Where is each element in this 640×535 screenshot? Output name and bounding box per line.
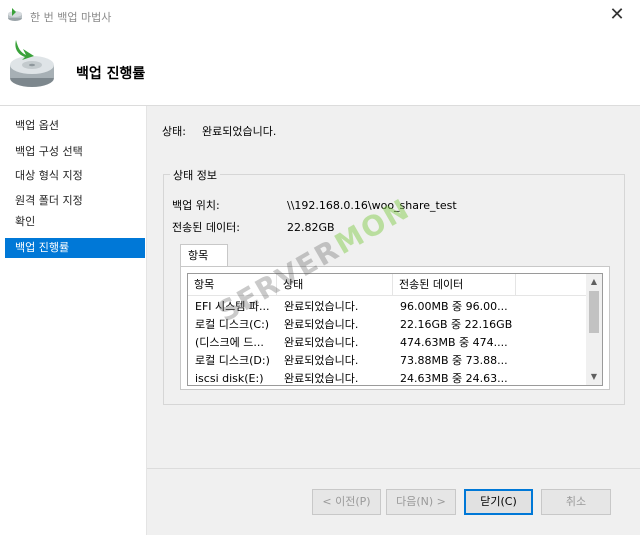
table-row[interactable]: 로컬 디스크(C:) 완료되었습니다. 22.16GB 중 22.16GB	[188, 316, 586, 334]
wizard-steps-sidebar: 백업 옵션 백업 구성 선택 대상 형식 지정 원격 폴더 지정 확인 백업 진…	[0, 106, 147, 535]
window-title: 한 번 백업 마법사	[30, 11, 112, 24]
next-button[interactable]: 다음(N) >	[386, 489, 456, 515]
backup-app-icon	[8, 8, 22, 21]
row-transferred-cell: 96.00MB 중 96.00...	[400, 300, 508, 313]
close-button[interactable]: 닫기(C)	[464, 489, 533, 515]
sidebar-item-confirmation[interactable]: 확인	[5, 212, 145, 232]
scroll-down-arrow-icon[interactable]: ▼	[586, 369, 602, 385]
status-info-legend: 상태 정보	[170, 167, 220, 183]
sidebar-item-backup-configuration[interactable]: 백업 구성 선택	[5, 142, 145, 162]
sidebar-item-backup-progress[interactable]: 백업 진행률	[5, 238, 145, 258]
row-transferred-cell: 22.16GB 중 22.16GB	[400, 318, 513, 331]
items-list-scrollbar[interactable]: ▲ ▼	[586, 274, 602, 385]
table-row[interactable]: 로컬 디스크(D:) 완료되었습니다. 73.88MB 중 73.88...	[188, 352, 586, 370]
row-status-cell: 완료되었습니다.	[284, 372, 359, 385]
close-window-button[interactable]: ✕	[600, 4, 634, 28]
backup-drive-icon	[10, 40, 54, 87]
footer-divider	[147, 468, 640, 469]
transferred-data-row: 전송된 데이터: 22.82GB	[172, 219, 335, 235]
scroll-up-arrow-icon[interactable]: ▲	[586, 274, 602, 290]
sidebar-item-backup-options[interactable]: 백업 옵션	[5, 116, 145, 136]
previous-button[interactable]: < 이전(P)	[312, 489, 381, 515]
backup-location-row: 백업 위치: \\192.168.0.16\woo_share_test	[172, 197, 457, 213]
column-header-transferred[interactable]: 전송된 데이터	[393, 274, 516, 296]
row-status-cell: 완료되었습니다.	[284, 354, 359, 367]
row-status-cell: 완료되었습니다.	[284, 300, 359, 313]
table-row[interactable]: (디스크에 드... 완료되었습니다. 474.63MB 중 474....	[188, 334, 586, 352]
cancel-button[interactable]: 취소	[541, 489, 611, 515]
scrollbar-thumb[interactable]	[589, 291, 599, 333]
row-item-cell: (디스크에 드...	[195, 336, 264, 349]
row-status-cell: 완료되었습니다.	[284, 336, 359, 349]
wizard-header: 백업 진행률	[0, 30, 640, 105]
row-status-cell: 완료되었습니다.	[284, 318, 359, 331]
row-transferred-cell: 24.63MB 중 24.63...	[400, 372, 508, 385]
status-label: 상태:	[162, 125, 186, 138]
transferred-data-label: 전송된 데이터:	[172, 221, 240, 234]
status-line: 상태: 완료되었습니다.	[162, 123, 276, 139]
backup-location-label: 백업 위치:	[172, 199, 220, 212]
tab-items[interactable]: 항목	[180, 244, 228, 267]
title-bar: 한 번 백업 마법사 ✕	[0, 0, 640, 30]
status-value: 완료되었습니다.	[202, 125, 277, 138]
row-transferred-cell: 73.88MB 중 73.88...	[400, 354, 508, 367]
row-item-cell: 로컬 디스크(D:)	[195, 354, 270, 367]
page-heading: 백업 진행률	[76, 66, 146, 82]
table-row[interactable]: iscsi disk(E:) 완료되었습니다. 24.63MB 중 24.63.…	[188, 370, 586, 385]
wizard-content: 상태: 완료되었습니다. 상태 정보 백업 위치: \\192.168.0.16\w…	[147, 106, 640, 535]
sidebar-item-remote-folder[interactable]: 원격 폴더 지정	[5, 191, 145, 211]
row-item-cell: iscsi disk(E:)	[195, 372, 264, 385]
sidebar-item-destination-type[interactable]: 대상 형식 지정	[5, 166, 145, 186]
row-transferred-cell: 474.63MB 중 474....	[400, 336, 508, 349]
